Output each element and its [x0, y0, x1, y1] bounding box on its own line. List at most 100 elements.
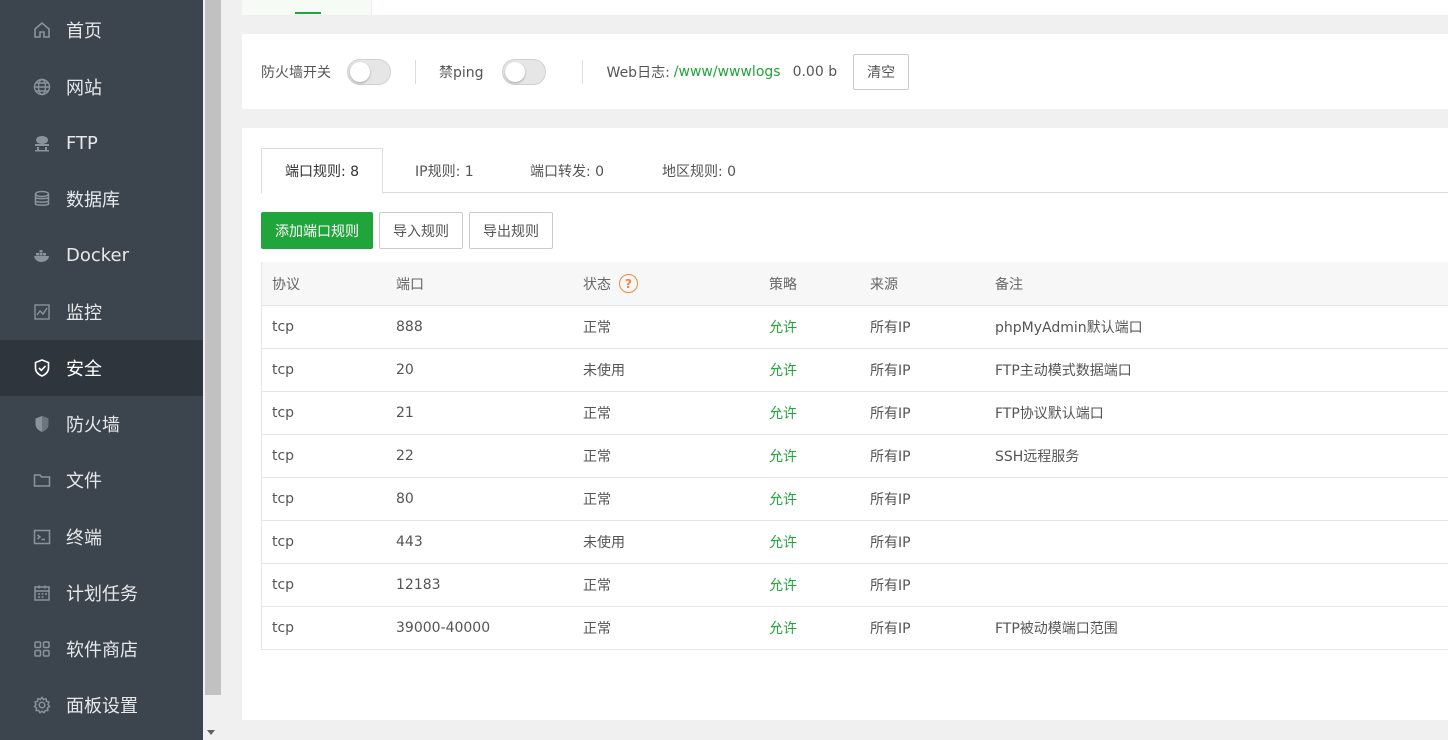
cell-protocol: tcp [272, 362, 295, 378]
scroll-down-arrow-icon[interactable] [207, 730, 215, 735]
cell-policy[interactable]: 允许 [769, 392, 797, 434]
table-row: tcp 39000-40000 正常 允许 所有IP FTP被动模端口范围 [262, 607, 1448, 650]
rules-card: 端口规则: 8 IP规则: 1 端口转发: 0 地区规则: 0 添加端口规则 导… [242, 128, 1448, 720]
clear-log-button[interactable]: 清空 [853, 53, 910, 90]
sidebar-item-cron[interactable]: 计划任务 [0, 565, 203, 621]
divider [415, 59, 416, 84]
cell-status: 未使用 [583, 363, 625, 379]
cell-protocol: tcp [272, 448, 295, 464]
rules-tabs: 端口规则: 8 IP规则: 1 端口转发: 0 地区规则: 0 [261, 148, 1448, 194]
sidebar-item-firewall[interactable]: 防火墙 [0, 396, 203, 452]
cell-policy[interactable]: 允许 [769, 349, 797, 391]
cell-policy[interactable]: 允许 [769, 607, 797, 649]
cell-port: 12183 [396, 577, 441, 593]
table-header: 协议 端口 状态 ? 策略 来源 备注 [262, 262, 1448, 306]
sidebar-item-label: 网站 [66, 78, 102, 99]
top-tab-bar [242, 0, 1448, 15]
cell-status: 未使用 [583, 535, 625, 551]
table-row: tcp 80 正常 允许 所有IP [262, 478, 1448, 521]
cell-port: 22 [396, 448, 414, 464]
cell-policy[interactable]: 允许 [769, 521, 797, 563]
add-port-rule-button[interactable]: 添加端口规则 [261, 212, 373, 249]
cell-note: FTP协议默认端口 [995, 406, 1104, 422]
database-icon [32, 189, 52, 209]
table-row: tcp 443 未使用 允许 所有IP [262, 521, 1448, 564]
sidebar-item-websites[interactable]: 网站 [0, 59, 203, 115]
ftp-icon [32, 133, 52, 153]
tab-region-rules[interactable]: 地区规则: 0 [639, 148, 759, 193]
terminal-icon [32, 527, 52, 547]
sidebar-item-label: 安全 [66, 359, 102, 380]
toggle-knob [350, 61, 370, 82]
help-icon[interactable]: ? [619, 274, 638, 293]
tab-port-rules[interactable]: 端口规则: 8 [261, 148, 384, 194]
apps-grid-icon [32, 639, 52, 659]
folder-icon [32, 470, 52, 490]
ping-label: 禁ping [439, 64, 484, 81]
cell-source: 所有IP [870, 492, 911, 508]
port-rules-table: 协议 端口 状态 ? 策略 来源 备注 tcp 888 正常 允许 所有IP phpMyA… [261, 262, 1448, 650]
sidebar-item-label: 首页 [66, 21, 102, 42]
top-tab-indicator [295, 12, 321, 14]
cell-policy[interactable]: 允许 [769, 478, 797, 520]
import-rules-button[interactable]: 导入规则 [379, 212, 463, 249]
cell-source: 所有IP [870, 320, 911, 336]
cell-policy[interactable]: 允许 [769, 435, 797, 477]
sidebar-item-home[interactable]: 首页 [0, 2, 203, 58]
calendar-icon [32, 583, 52, 603]
sidebar-item-label: 防火墙 [66, 415, 120, 436]
cell-protocol: tcp [272, 534, 295, 550]
sidebar-item-label: 监控 [66, 303, 102, 324]
cell-note: phpMyAdmin默认端口 [995, 320, 1143, 336]
ping-toggle[interactable] [501, 58, 546, 85]
header-protocol: 协议 [272, 276, 300, 293]
weblog-path-link[interactable]: /www/wwwlogs [674, 64, 781, 80]
weblog-size: 0.00 b [792, 63, 838, 80]
firewall-switch-toggle[interactable] [347, 58, 391, 85]
cell-note: FTP被动模端口范围 [995, 621, 1118, 637]
cell-note: FTP主动模式数据端口 [995, 363, 1132, 379]
cell-port: 80 [396, 491, 414, 507]
cell-source: 所有IP [870, 535, 911, 551]
sidebar-item-security[interactable]: 安全 [0, 340, 203, 396]
shield-check-icon [32, 358, 52, 378]
cell-protocol: tcp [272, 577, 295, 593]
table-row: tcp 888 正常 允许 所有IP phpMyAdmin默认端口 [262, 306, 1448, 349]
export-rules-button[interactable]: 导出规则 [469, 212, 553, 249]
action-buttons: 添加端口规则 导入规则 导出规则 [261, 212, 553, 249]
sidebar-item-label: 软件商店 [66, 640, 138, 661]
tab-port-forward[interactable]: 端口转发: 0 [507, 148, 627, 193]
header-port: 端口 [396, 276, 424, 293]
firewall-switch-label: 防火墙开关 [261, 64, 331, 81]
cell-status: 正常 [583, 406, 611, 422]
cell-source: 所有IP [870, 449, 911, 465]
table-row: tcp 21 正常 允许 所有IP FTP协议默认端口 [262, 392, 1448, 435]
cell-port: 443 [396, 534, 423, 550]
cell-status: 正常 [583, 578, 611, 594]
cell-port: 888 [396, 319, 423, 335]
header-status: 状态 ? [583, 262, 638, 305]
sidebar: 首页 网站 FTP 数据库 Docker 监控 安全 防火墙 文件 终端 计划任… [0, 0, 203, 740]
sidebar-scrollbar-thumb[interactable] [205, 0, 221, 695]
sidebar-item-ftp[interactable]: FTP [0, 115, 203, 171]
cell-protocol: tcp [272, 620, 295, 636]
sidebar-item-settings[interactable]: 面板设置 [0, 677, 203, 733]
sidebar-item-label: 计划任务 [66, 584, 138, 605]
cell-policy[interactable]: 允许 [769, 306, 797, 348]
toggle-knob [504, 61, 525, 82]
cell-policy[interactable]: 允许 [769, 564, 797, 606]
divider [581, 59, 583, 84]
sidebar-item-docker[interactable]: Docker [0, 227, 203, 283]
sidebar-item-appstore[interactable]: 软件商店 [0, 621, 203, 677]
sidebar-item-files[interactable]: 文件 [0, 452, 203, 508]
sidebar-item-monitor[interactable]: 监控 [0, 284, 203, 340]
cell-source: 所有IP [870, 406, 911, 422]
table-body: tcp 888 正常 允许 所有IP phpMyAdmin默认端口 tcp 20 未使用 允许 所有… [262, 306, 1448, 650]
table-row: tcp 12183 正常 允许 所有IP [262, 564, 1448, 607]
tab-ip-rules[interactable]: IP规则: 1 [392, 148, 497, 193]
cell-port: 21 [396, 405, 414, 421]
sidebar-item-database[interactable]: 数据库 [0, 171, 203, 227]
sidebar-item-label: 数据库 [66, 190, 120, 211]
sidebar-item-terminal[interactable]: 终端 [0, 509, 203, 565]
weblog-label: Web日志: [606, 64, 670, 81]
